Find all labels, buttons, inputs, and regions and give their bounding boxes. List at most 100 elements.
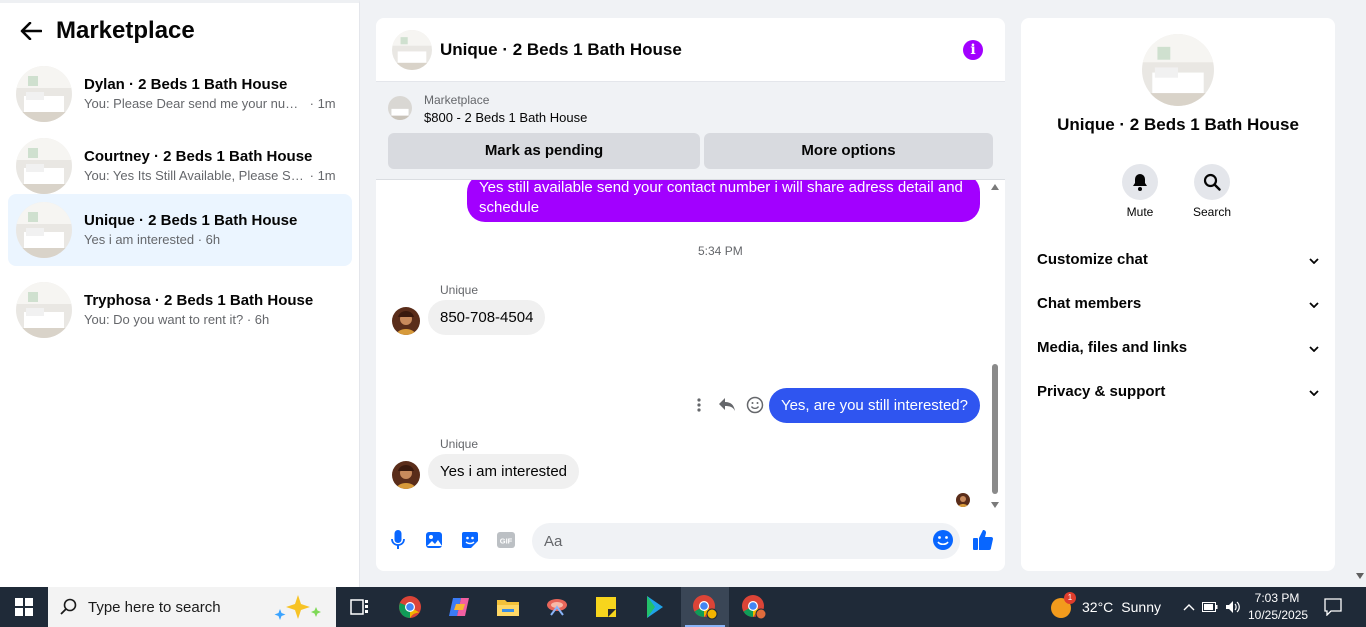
scrollbar-thumb[interactable]	[992, 364, 998, 494]
listing-thumbnail	[16, 282, 72, 338]
conversation-item-unique[interactable]: Unique · 2 Beds 1 Bath House Yes i am in…	[8, 194, 352, 266]
message-input[interactable]	[532, 523, 960, 559]
mute-button[interactable]: Mute	[1110, 164, 1170, 219]
listing-title[interactable]: $800 - 2 Beds 1 Bath House	[424, 110, 587, 125]
emoji-icon[interactable]	[931, 528, 955, 552]
conversation-name: Unique · 2 Beds 1 Bath House	[84, 212, 298, 229]
message-composer: GIF	[376, 516, 1005, 568]
chrome-profile-2-icon[interactable]	[730, 587, 778, 627]
message-list: Yes still available send your contact nu…	[376, 180, 1005, 510]
section-label: Chat members	[1037, 294, 1142, 312]
start-button[interactable]	[0, 587, 48, 627]
conversation-item-tryphosa[interactable]: Tryphosa · 2 Beds 1 Bath House You: Do y…	[8, 274, 352, 346]
chevron-down-icon	[1309, 339, 1319, 356]
sender-avatar[interactable]	[392, 461, 420, 489]
conversation-time: · 1m	[309, 168, 336, 183]
customize-chat-section[interactable]: Customize chat	[1037, 237, 1319, 281]
search-icon	[60, 598, 77, 615]
section-label: Customize chat	[1037, 250, 1148, 268]
sender-avatar[interactable]	[392, 307, 420, 335]
outgoing-message[interactable]: Yes still available send your contact nu…	[467, 180, 980, 222]
chat-thumbnail[interactable]	[392, 29, 432, 70]
snipping-tool-icon[interactable]	[533, 587, 581, 627]
conversation-info-panel: Unique · 2 Beds 1 Bath House Mute Search…	[1021, 18, 1335, 571]
conversation-sidebar: Marketplace Dylan · 2 Beds 1 Bath House …	[0, 0, 360, 587]
scroll-down-arrow-icon[interactable]	[991, 502, 999, 508]
scroll-up-arrow-icon[interactable]	[991, 184, 999, 190]
windows-taskbar: Type here to search 1 32°C Sunny 7:03 PM…	[0, 587, 1366, 627]
conversation-time: · 6h	[246, 312, 270, 327]
conversation-preview: You: Please Dear send me your numb...	[84, 96, 306, 111]
listing-thumbnail	[16, 138, 72, 194]
chrome-icon[interactable]	[386, 587, 434, 627]
incoming-message[interactable]: 850-708-4504	[428, 300, 546, 335]
conversation-preview: You: Yes Its Still Available, Please Sen…	[84, 168, 306, 183]
sidebar-title: Marketplace	[56, 17, 195, 44]
taskbar-clock[interactable]: 7:03 PM 10/25/2025	[1248, 590, 1309, 624]
react-emoji-icon[interactable]	[745, 395, 765, 415]
search-icon	[1194, 164, 1230, 200]
volume-icon[interactable]	[1222, 600, 1244, 614]
chevron-up-icon[interactable]	[1180, 603, 1198, 611]
marketplace-label: Marketplace	[424, 93, 490, 107]
sender-name: Unique	[440, 283, 479, 297]
section-label: Media, files and links	[1037, 338, 1188, 356]
weather-badge: 1	[1064, 592, 1076, 604]
file-explorer-icon[interactable]	[484, 587, 532, 627]
outgoing-message[interactable]: Yes, are you still interested?	[768, 388, 980, 423]
media-files-links-section[interactable]: Media, files and links	[1037, 325, 1319, 369]
incoming-message[interactable]: Yes i am interested	[428, 454, 580, 489]
chat-members-section[interactable]: Chat members	[1037, 281, 1319, 325]
copilot-app-icon[interactable]	[435, 587, 483, 627]
search-conversation-button[interactable]: Search	[1182, 164, 1242, 219]
search-label: Search	[1192, 205, 1232, 219]
message-scrollbar[interactable]	[989, 184, 1001, 508]
taskbar-search-box[interactable]: Type here to search	[48, 587, 336, 627]
chrome-profile-icon[interactable]	[681, 587, 729, 627]
sender-name: Unique	[440, 437, 479, 451]
info-title: Unique · 2 Beds 1 Bath House	[1057, 115, 1299, 134]
chevron-down-icon	[1309, 295, 1319, 312]
conversation-item-dylan[interactable]: Dylan · 2 Beds 1 Bath House You: Please …	[8, 58, 352, 130]
more-vertical-icon[interactable]	[689, 395, 709, 415]
reply-icon[interactable]	[717, 395, 737, 415]
copilot-sparkle-icon[interactable]	[270, 593, 326, 625]
back-arrow-icon[interactable]	[18, 18, 44, 44]
windows-logo-icon	[15, 598, 33, 616]
more-options-button[interactable]: More options	[704, 133, 993, 169]
conversation-name: Dylan · 2 Beds 1 Bath House	[84, 76, 288, 93]
task-view-icon[interactable]	[336, 587, 384, 627]
sticky-notes-icon[interactable]	[582, 587, 630, 627]
chat-header: Unique · 2 Beds 1 Bath House i	[376, 18, 1005, 82]
conversation-item-courtney[interactable]: Courtney · 2 Beds 1 Bath House You: Yes …	[8, 130, 352, 202]
bell-icon	[1122, 164, 1158, 200]
section-label: Privacy & support	[1037, 382, 1166, 400]
listing-thumbnail	[16, 66, 72, 122]
microphone-icon[interactable]	[387, 529, 409, 551]
weather-sun-icon: 1	[1050, 592, 1076, 619]
conversation-time: · 1m	[309, 96, 336, 111]
weather-widget[interactable]: 1 32°C Sunny	[1050, 587, 1161, 627]
taskbar-search-placeholder: Type here to search	[88, 598, 221, 616]
info-icon[interactable]: i	[963, 40, 983, 60]
gif-icon[interactable]: GIF	[495, 529, 517, 551]
page-scroll-down-arrow-icon[interactable]	[1356, 573, 1364, 579]
listing-thumbnail	[16, 202, 72, 258]
conversation-time: · 6h	[197, 232, 221, 247]
thumbs-up-icon[interactable]	[970, 527, 996, 553]
conversation-preview: You: Do you want to rent it?	[84, 312, 244, 327]
notification-center-icon[interactable]	[1310, 587, 1356, 627]
clock-date: 10/25/2025	[1248, 608, 1309, 622]
chat-title[interactable]: Unique · 2 Beds 1 Bath House	[440, 40, 682, 60]
conversation-name: Courtney · 2 Beds 1 Bath House	[84, 148, 313, 165]
mark-as-pending-button[interactable]: Mark as pending	[388, 133, 700, 169]
sticker-icon[interactable]	[459, 529, 481, 551]
clock-time: 7:03 PM	[1254, 591, 1300, 605]
battery-icon[interactable]	[1198, 602, 1222, 612]
privacy-support-section[interactable]: Privacy & support	[1037, 369, 1319, 413]
message-timestamp: 5:34 PM	[698, 244, 743, 258]
media-app-icon[interactable]	[631, 587, 679, 627]
conversation-preview: Yes i am interested	[84, 232, 195, 247]
photo-icon[interactable]	[423, 529, 445, 551]
svg-text:GIF: GIF	[500, 537, 513, 546]
